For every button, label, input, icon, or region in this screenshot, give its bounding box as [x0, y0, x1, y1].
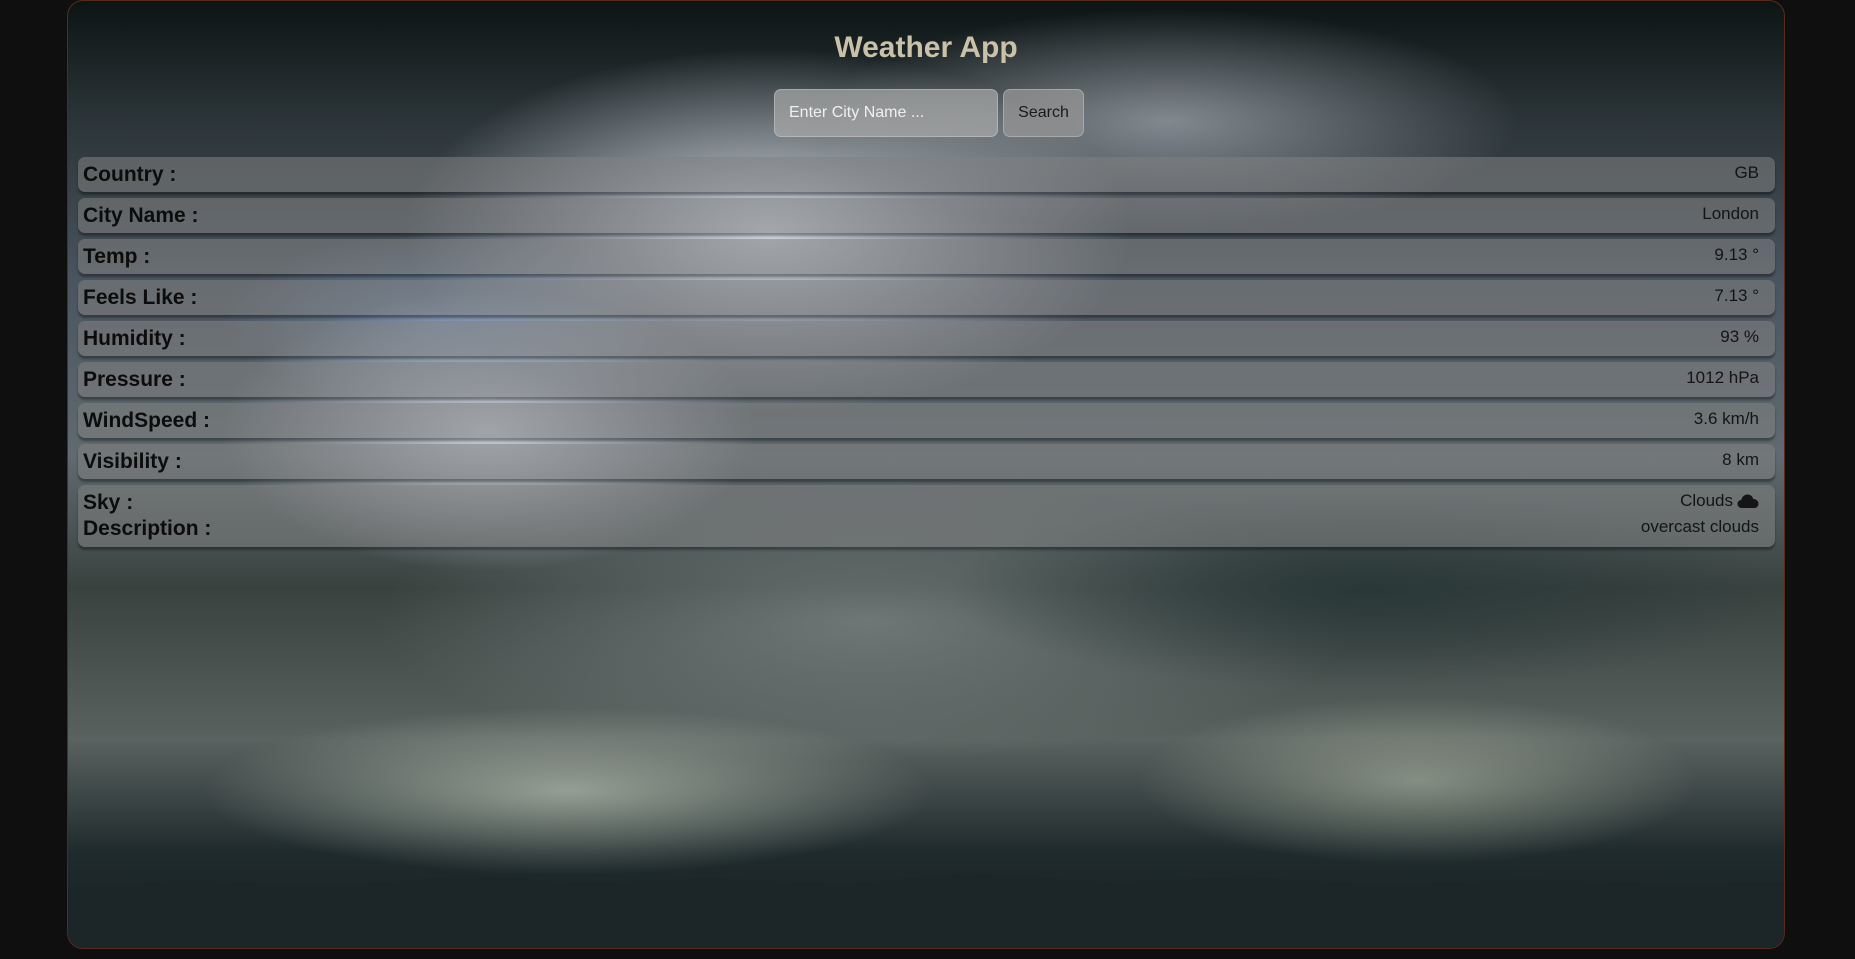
cloud-icon: [1737, 493, 1759, 509]
temp-value: 9.13 °: [1714, 245, 1759, 264]
wind-speed-label: WindSpeed :: [83, 409, 210, 432]
search-button[interactable]: Search: [1003, 89, 1084, 137]
pressure-row: Pressure : 1012 hPa: [78, 362, 1775, 397]
city-name-label: City Name :: [83, 204, 199, 227]
sky-label: Sky :: [83, 491, 134, 514]
sky-value: Clouds: [1680, 491, 1733, 510]
search-bar: Search: [774, 89, 1084, 137]
pressure-label: Pressure :: [83, 368, 186, 391]
humidity-value: 93 %: [1720, 327, 1759, 346]
country-value: GB: [1734, 163, 1759, 182]
pressure-value: 1012 hPa: [1686, 368, 1759, 387]
sky-value-group: Clouds: [1680, 491, 1759, 511]
city-name-row: City Name : London: [78, 198, 1775, 233]
feels-like-row: Feels Like : 7.13 °: [78, 280, 1775, 315]
visibility-value: 8 km: [1722, 450, 1759, 469]
description-label: Description :: [83, 517, 212, 540]
city-name-value: London: [1702, 204, 1759, 223]
visibility-row: Visibility : 8 km: [78, 444, 1775, 479]
country-row: Country : GB: [78, 157, 1775, 192]
feels-like-value: 7.13 °: [1714, 286, 1759, 305]
description-value: overcast clouds: [1640, 517, 1759, 536]
humidity-label: Humidity :: [83, 327, 186, 350]
feels-like-label: Feels Like :: [83, 286, 198, 309]
visibility-label: Visibility :: [83, 450, 182, 473]
temp-label: Temp :: [83, 245, 151, 268]
wind-speed-row: WindSpeed : 3.6 km/h: [78, 403, 1775, 438]
weather-app-container: Weather App Search Country : GB City Nam…: [67, 0, 1785, 949]
humidity-row: Humidity : 93 %: [78, 321, 1775, 356]
mountain-silhouette: [68, 873, 1784, 948]
sky-row: Sky : Description : Clouds overcast clou…: [78, 485, 1775, 547]
wind-speed-value: 3.6 km/h: [1693, 409, 1759, 428]
temp-row: Temp : 9.13 °: [78, 239, 1775, 274]
weather-details: Country : GB City Name : London Temp : 9…: [78, 157, 1775, 553]
country-label: Country :: [83, 163, 177, 186]
page-title: Weather App: [834, 31, 1018, 64]
city-search-input[interactable]: [774, 89, 998, 137]
